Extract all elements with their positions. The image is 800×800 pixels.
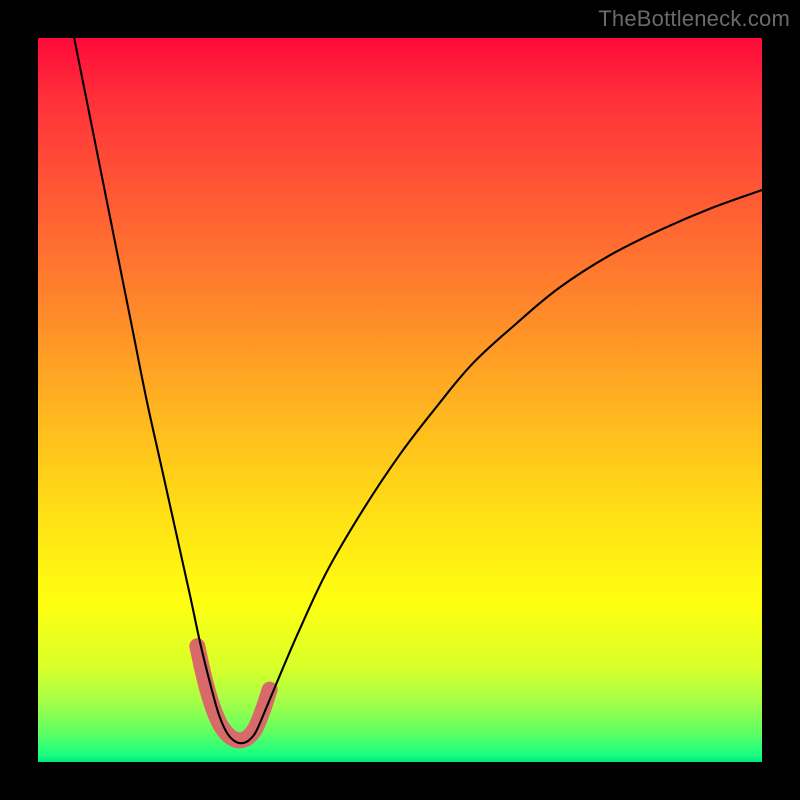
watermark-text: TheBottleneck.com — [598, 6, 790, 32]
curve-svg — [38, 38, 762, 762]
plot-area — [38, 38, 762, 762]
chart-frame: TheBottleneck.com — [0, 0, 800, 800]
bottleneck-curve-series — [74, 38, 762, 743]
